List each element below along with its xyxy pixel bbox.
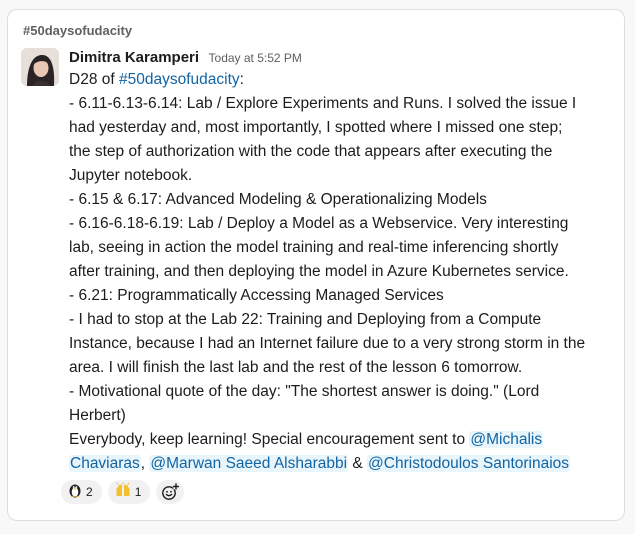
message-line: area. I will finish the last lab and the…	[69, 359, 523, 376]
message-mentions: Chaviaras, @Marwan Saeed Alsharabbi & @C…	[69, 452, 619, 476]
message-line: Herbert)	[69, 407, 126, 424]
message-timestamp[interactable]: Today at 5:52 PM	[209, 51, 302, 65]
message-line: - 6.16-6.18-6.19: Lab / Deploy a Model a…	[69, 215, 569, 232]
message-line: - I had to stop at the Lab 22: Training …	[69, 311, 542, 328]
reaction-penguin[interactable]: 2	[61, 480, 102, 504]
message-line: Jupyter notebook.	[69, 167, 193, 184]
message-line: lab, seeing in action the model training…	[69, 239, 559, 256]
message-line: - 6.15 & 6.17: Advanced Modeling & Opera…	[69, 191, 487, 208]
hashtag-link[interactable]: #50daysofudacity	[119, 71, 240, 88]
mention-michalis[interactable]: @Michalis	[469, 431, 544, 448]
message-intro: D28 of #50daysofudacity:	[69, 68, 619, 92]
reactions-bar: 2 1	[61, 480, 185, 504]
message-line: Instance, because I had an Internet fail…	[69, 335, 586, 352]
add-emoji-icon	[162, 483, 180, 500]
intro-suffix: :	[239, 71, 244, 88]
mention-christodoulos[interactable]: @Christodoulos Santorinaios	[367, 455, 571, 472]
message-line: the step of authorization with the code …	[69, 143, 553, 160]
avatar[interactable]	[21, 48, 59, 86]
author-name[interactable]: Dimitra Karamperi	[69, 49, 199, 66]
reaction-count: 1	[134, 485, 142, 499]
message-line: had yesterday and, most importantly, I s…	[69, 119, 563, 136]
message-line: after training, and then deploying the m…	[69, 263, 569, 280]
reaction-count: 2	[86, 485, 93, 499]
mention-michalis-cont[interactable]: Chaviaras	[69, 455, 141, 472]
message-closing: Everybody, keep learning! Special encour…	[69, 428, 619, 452]
message-card: #50daysofudacity Dimitra Karamperi Today…	[7, 9, 625, 521]
message-line: - Motivational quote of the day: "The sh…	[69, 383, 540, 400]
closing-text: Everybody, keep learning! Special encour…	[69, 431, 470, 448]
message: Dimitra Karamperi Today at 5:52 PM D28 o…	[69, 48, 619, 476]
separator-ampersand: &	[348, 455, 368, 472]
message-line: - 6.11-6.13-6.14: Lab / Explore Experime…	[69, 95, 577, 112]
add-reaction-button[interactable]	[156, 480, 185, 504]
intro-prefix: D28 of	[69, 71, 119, 88]
avatar-image	[21, 48, 59, 86]
penguin-emoji-icon	[68, 482, 82, 502]
raised-hands-emoji-icon	[115, 482, 131, 502]
mention-marwan[interactable]: @Marwan Saeed Alsharabbi	[149, 455, 349, 472]
message-line: - 6.21: Programmatically Accessing Manag…	[69, 287, 444, 304]
message-header: Dimitra Karamperi Today at 5:52 PM	[69, 48, 619, 68]
message-body: D28 of #50daysofudacity: - 6.11-6.13-6.1…	[69, 68, 619, 476]
reaction-raised-hands[interactable]: 1	[107, 480, 151, 504]
channel-name[interactable]: #50daysofudacity	[23, 23, 132, 38]
